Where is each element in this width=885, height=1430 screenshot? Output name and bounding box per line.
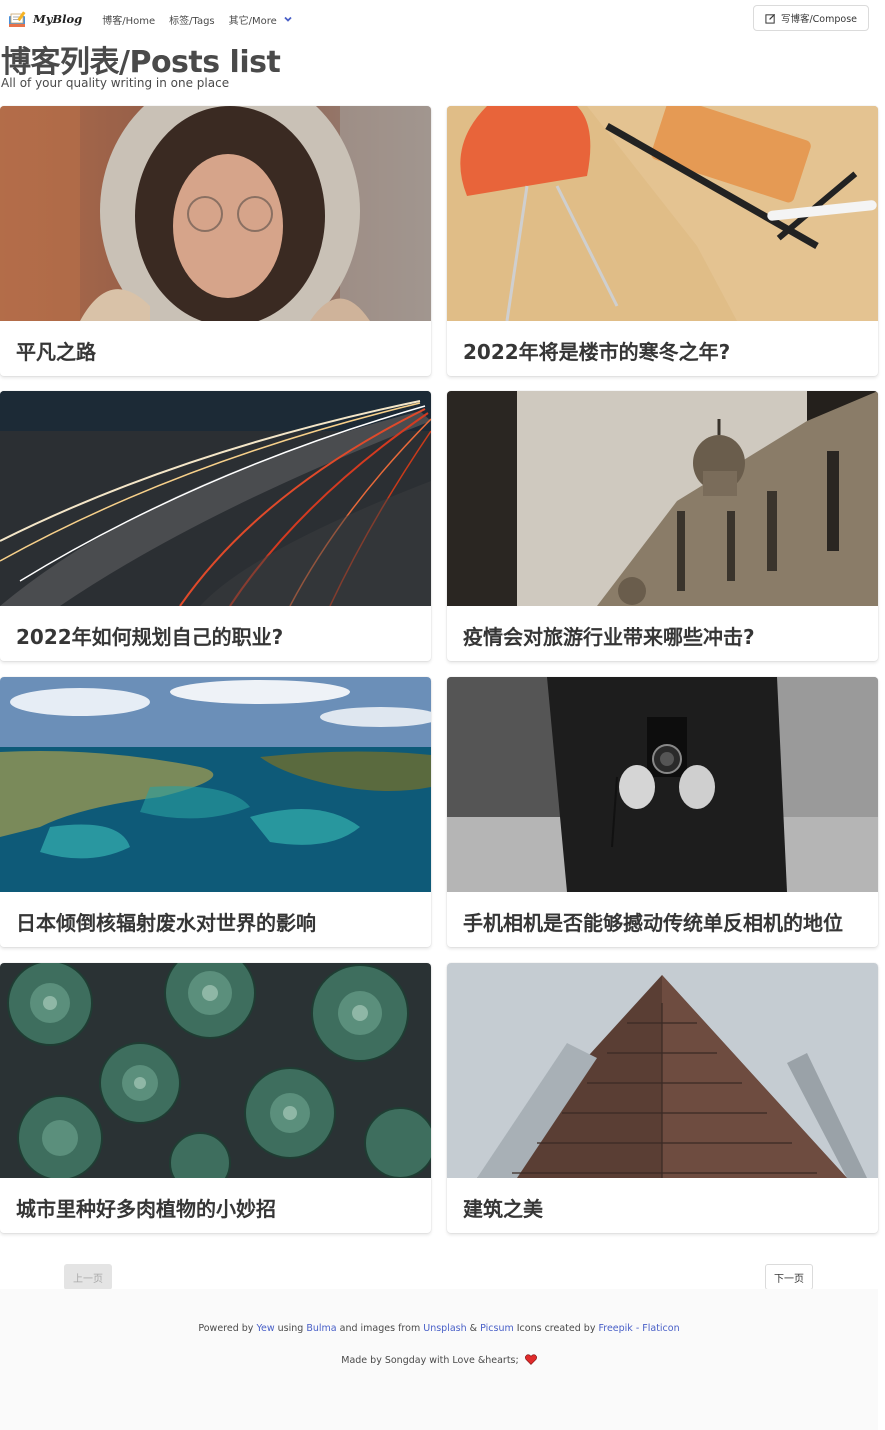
post-card[interactable]: 2022年将是楼市的寒冬之年? [447,106,878,376]
post-card[interactable]: 2022年如何规划自己的职业? [0,391,431,661]
unsplash-link[interactable]: Unsplash [423,1323,466,1334]
post-image [0,677,431,892]
edit-icon [765,13,775,24]
footer-made-by-text: Made by Songday with Love &hearts; [341,1355,519,1366]
page-subtitle: All of your quality writing in one place [1,76,230,90]
post-title: 2022年如何规划自己的职业? [16,625,284,649]
nav-home[interactable]: 博客/Home [102,0,155,38]
post-image [447,677,878,892]
post-title: 手机相机是否能够撼动传统单反相机的地位 [463,911,843,935]
compose-button[interactable]: 写博客/Compose [752,5,869,31]
picsum-link[interactable]: Picsum [480,1323,514,1334]
page-title: 博客列表/Posts list [1,45,281,80]
heart-icon [524,1354,537,1365]
chevron-down-icon [284,16,292,22]
post-card[interactable]: 手机相机是否能够撼动传统单反相机的地位 [447,677,878,947]
post-card[interactable]: 日本倾倒核辐射废水对世界的影响 [0,677,431,947]
post-card[interactable]: 疫情会对旅游行业带来哪些冲击? [447,391,878,661]
post-title: 建筑之美 [463,1197,543,1221]
bulma-link[interactable]: Bulma [306,1323,336,1334]
footer-using-text: using [277,1323,304,1334]
post-title: 城市里种好多肉植物的小妙招 [16,1197,276,1221]
footer-made-by: Made by Songday with Love &hearts; [0,1354,878,1366]
footer-icons-text: Icons created by [516,1323,596,1334]
post-title: 日本倾倒核辐射废水对世界的影响 [16,911,316,935]
compose-label: 写博客/Compose [780,14,857,25]
post-image [447,391,878,606]
footer-credits: Powered by Yew using Bulma and images fr… [0,1323,878,1334]
footer: Powered by Yew using Bulma and images fr… [0,1289,878,1430]
footer-powered-text: Powered by [198,1323,254,1334]
post-image [0,106,431,321]
post-image [447,963,878,1178]
post-card[interactable]: 城市里种好多肉植物的小妙招 [0,963,431,1233]
post-image [447,106,878,321]
footer-amp-text: & [469,1323,478,1334]
nav-more-label: 其它/More [228,15,277,27]
post-card[interactable]: 平凡之路 [0,106,431,376]
nav-tags[interactable]: 标签/Tags [169,0,215,38]
yew-link[interactable]: Yew [256,1323,274,1334]
post-image [0,963,431,1178]
brand-link[interactable]: MyBlog [8,0,82,38]
freepik-link[interactable]: Freepik - Flaticon [598,1323,679,1334]
post-title: 平凡之路 [16,340,96,364]
next-page-button[interactable]: 下一页 [765,1264,813,1290]
prev-page-button: 上一页 [64,1264,112,1290]
footer-images-text: and images from [339,1323,421,1334]
post-card[interactable]: 建筑之美 [447,963,878,1233]
post-image [0,391,431,606]
navbar: MyBlog 博客/Home 标签/Tags 其它/More 写博客/Compo… [0,0,885,38]
post-title: 2022年将是楼市的寒冬之年? [463,340,731,364]
nav-more[interactable]: 其它/More [229,0,293,38]
brand-name: MyBlog [33,12,83,26]
blog-logo-icon [8,10,28,28]
post-title: 疫情会对旅游行业带来哪些冲击? [463,625,755,649]
